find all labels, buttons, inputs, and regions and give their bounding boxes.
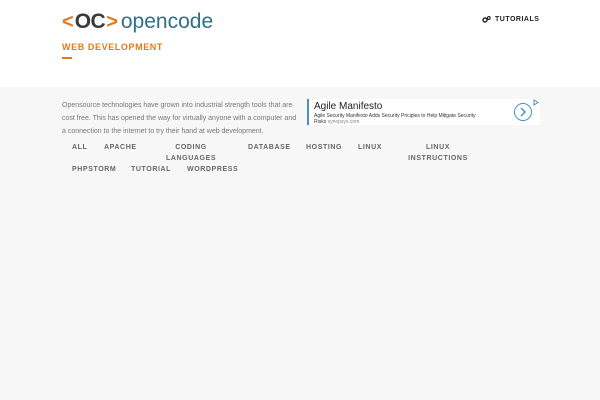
ad-text: Agile Security Manifesto Adds Security P… (314, 113, 479, 125)
logo-wordmark: opencode (120, 10, 214, 33)
logo-bracket-right: > (106, 11, 118, 33)
ad-choices-icon[interactable] (533, 99, 539, 109)
filter-hosting[interactable]: HOSTING (306, 142, 342, 153)
filter-coding-languages[interactable]: CODING LANGUAGES (166, 142, 216, 164)
intro-text: Opensource technologies have grown into … (62, 102, 297, 135)
nav-tutorials[interactable]: TUTORIALS (482, 16, 539, 23)
filter-linux-instructions[interactable]: LINUX INSTRUCTIONS (408, 142, 468, 164)
filter-linux[interactable]: LINUX (358, 142, 382, 153)
filter-wordpress[interactable]: WORDPRESS (187, 164, 238, 175)
site-header: < OC > opencode TUTORIALS WEB DEVELOPMEN… (0, 0, 600, 87)
filter-apache[interactable]: APACHE (104, 142, 137, 153)
ad-url[interactable]: synopsys.com (328, 119, 360, 125)
filter-database[interactable]: DATABASE (248, 142, 291, 153)
filter-phpstorm[interactable]: PHPSTORM (72, 164, 116, 175)
page-title: WEB DEVELOPMENT (62, 42, 164, 52)
logo-mark: OC (74, 10, 106, 33)
chevron-right-icon[interactable] (514, 103, 532, 121)
cogs-icon (482, 16, 491, 23)
logo-bracket-left: < (62, 11, 74, 33)
ad-banner[interactable]: Agile Manifesto Agile Security Manifesto… (307, 99, 540, 125)
ad-title[interactable]: Agile Manifesto (314, 101, 382, 112)
title-underline (62, 57, 72, 59)
filter-tutorial[interactable]: TUTORIAL (131, 164, 171, 175)
site-logo[interactable]: < OC > opencode (62, 9, 213, 35)
nav-tutorials-label: TUTORIALS (495, 16, 540, 23)
filter-all[interactable]: ALL (72, 142, 87, 153)
